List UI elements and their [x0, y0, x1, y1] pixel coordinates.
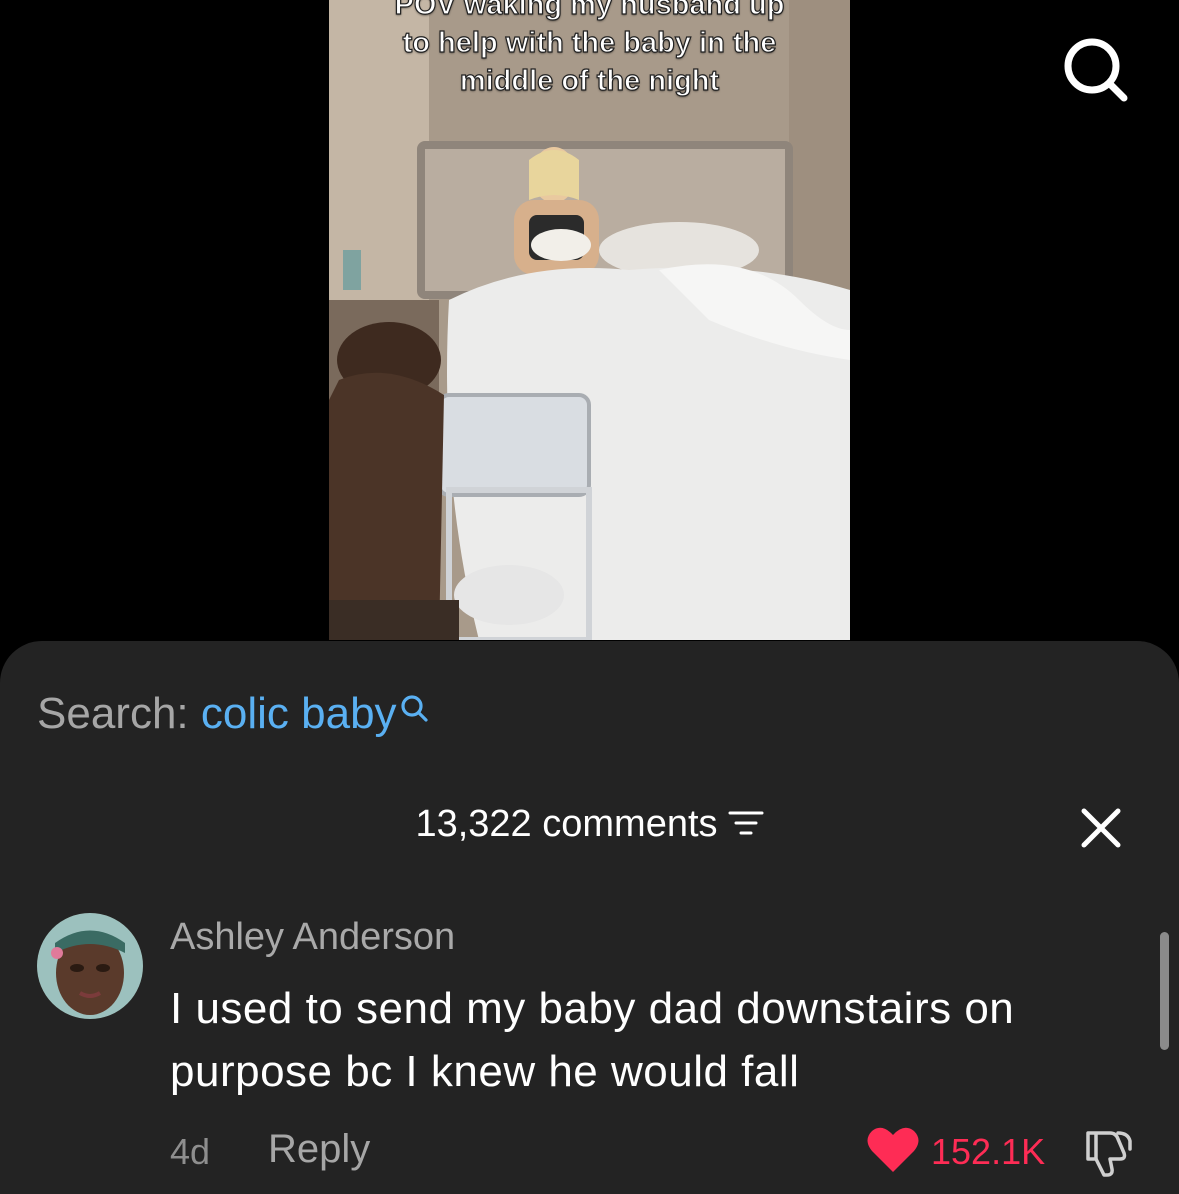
scrollbar[interactable]	[1160, 932, 1169, 1050]
video-caption: POV waking my husband up to help with th…	[329, 0, 850, 100]
thumbs-down-icon[interactable]	[1080, 1125, 1134, 1179]
search-query-link[interactable]: colic baby	[201, 689, 397, 738]
avatar[interactable]	[37, 913, 143, 1019]
comment-text: I used to send my baby dad downstairs on…	[170, 984, 1015, 1096]
search-prefix: Search:	[37, 689, 189, 738]
avatar-image	[37, 913, 143, 1019]
comment-age: 4d	[170, 1131, 211, 1172]
comments-header: 13,322 comments	[0, 803, 1179, 846]
comment-item: Ashley Anderson I used to send my baby d…	[0, 913, 1179, 1194]
caption-line: POV waking my husband up	[394, 0, 785, 22]
close-icon[interactable]	[1078, 805, 1124, 851]
caption-line: middle of the night	[459, 64, 720, 97]
video-player[interactable]: POV waking my husband up to help with th…	[0, 0, 1179, 640]
search-icon	[400, 695, 428, 722]
video-frame[interactable]: POV waking my husband up to help with th…	[329, 0, 850, 640]
comment-count: 13,322 comments	[415, 803, 718, 845]
like-count: 152.1K	[931, 1131, 1046, 1172]
heart-icon[interactable]	[866, 1125, 920, 1175]
caption-line: to help with the baby in the	[402, 26, 777, 59]
search-icon[interactable]	[1060, 34, 1130, 104]
reply-button[interactable]: Reply	[268, 1127, 370, 1172]
comments-sheet: Search: colic baby 13,322 comments Ashle…	[0, 641, 1179, 1194]
related-search[interactable]: Search: colic baby	[37, 689, 429, 739]
comment-username[interactable]: Ashley Anderson	[170, 916, 455, 959]
filter-icon[interactable]	[728, 809, 764, 837]
